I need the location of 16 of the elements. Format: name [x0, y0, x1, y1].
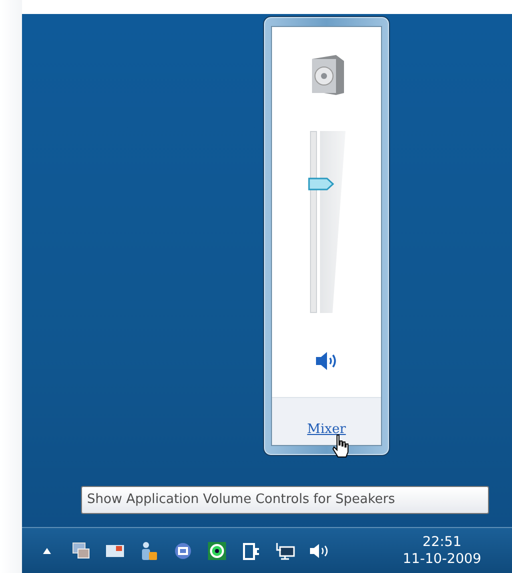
clock-date[interactable]: 11-10-2009: [402, 550, 482, 568]
user-icon[interactable]: [140, 540, 158, 560]
tooltip: Show Application Volume Controls for Speakers: [81, 486, 489, 514]
volume-slider-track[interactable]: [308, 131, 346, 313]
app-icon[interactable]: [174, 542, 192, 560]
power-plug-icon[interactable]: [242, 540, 260, 560]
speaker-icon[interactable]: [309, 542, 329, 558]
speaker-mute-toggle-icon[interactable]: [314, 351, 338, 371]
volume-slider-thumb[interactable]: [308, 177, 334, 190]
network-icon[interactable]: [275, 542, 295, 560]
mixer-link[interactable]: Mixer: [307, 420, 346, 439]
computer-icon[interactable]: [72, 542, 90, 560]
mail-icon[interactable]: [106, 544, 124, 558]
status-icon[interactable]: [208, 542, 226, 560]
clock-time[interactable]: 22:51: [422, 534, 462, 550]
show-hidden-icons-arrow[interactable]: [43, 548, 51, 554]
